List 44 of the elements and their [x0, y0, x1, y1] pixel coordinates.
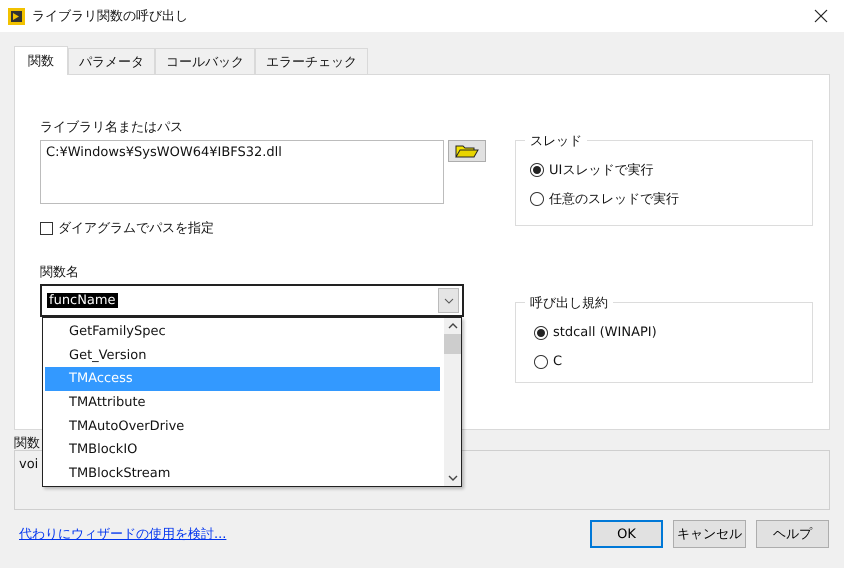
tab[interactable]: パラメータ — [68, 48, 155, 74]
prototype-text: voi — [19, 457, 38, 472]
scroll-up-icon[interactable] — [448, 323, 458, 329]
browse-button[interactable] — [448, 140, 486, 162]
selected-text: funcName — [47, 293, 118, 308]
radio-label: UIスレッドで実行 — [549, 162, 654, 178]
radio-label: stdcall (WINAPI) — [553, 325, 657, 340]
list-item[interactable]: TMAutoOverDrive — [45, 414, 440, 438]
tab[interactable]: コールバック — [155, 48, 255, 74]
field-label: 関数名 — [40, 264, 80, 281]
group-title: スレッド — [525, 132, 587, 150]
radio-button[interactable] — [534, 326, 548, 340]
radio-label: 任意のスレッドで実行 — [549, 190, 679, 208]
dropdown-button[interactable] — [438, 288, 459, 313]
list-item[interactable]: Get_Version — [45, 344, 440, 368]
window-title: ライブラリ関数の呼び出し — [32, 8, 189, 25]
list-item[interactable]: TMBlockStream — [45, 462, 440, 486]
checkbox[interactable] — [40, 222, 53, 234]
field-label: 関数 — [14, 435, 40, 450]
field-label: ライブラリ名またはパス — [40, 119, 184, 136]
folder-icon — [455, 144, 479, 158]
function-combobox[interactable]: funcName — [40, 284, 464, 317]
tab[interactable]: 関数 — [14, 46, 68, 75]
radio-label: C — [553, 354, 562, 369]
checkbox-label: ダイアグラムでパスを指定 — [58, 220, 214, 237]
radio-button[interactable] — [530, 162, 544, 176]
close-icon[interactable] — [814, 9, 828, 23]
scroll-down-icon[interactable] — [448, 475, 458, 481]
scrollbar-thumb[interactable] — [444, 334, 461, 354]
app-icon — [8, 8, 25, 24]
dialog-button[interactable]: OK — [590, 520, 663, 548]
scrollbar[interactable] — [444, 318, 461, 486]
list-item[interactable]: TMAttribute — [45, 390, 440, 414]
list-item[interactable]: TMBlockIO — [45, 438, 440, 462]
wizard-link[interactable]: 代わりにウィザードの使用を検討... — [19, 525, 226, 543]
list-item[interactable]: GetFamilySpec — [45, 320, 440, 344]
chevron-down-icon — [444, 298, 454, 304]
radio-button[interactable] — [530, 192, 544, 206]
group-title: 呼び出し規約 — [525, 294, 613, 312]
radio-button[interactable] — [534, 354, 548, 368]
path-field[interactable]: C:¥Windows¥SysWOW64¥IBFS32.dll — [40, 140, 444, 204]
tab[interactable]: エラーチェック — [255, 48, 368, 74]
dialog-button[interactable]: キャンセル — [673, 520, 746, 548]
dialog-button[interactable]: ヘルプ — [756, 520, 829, 548]
